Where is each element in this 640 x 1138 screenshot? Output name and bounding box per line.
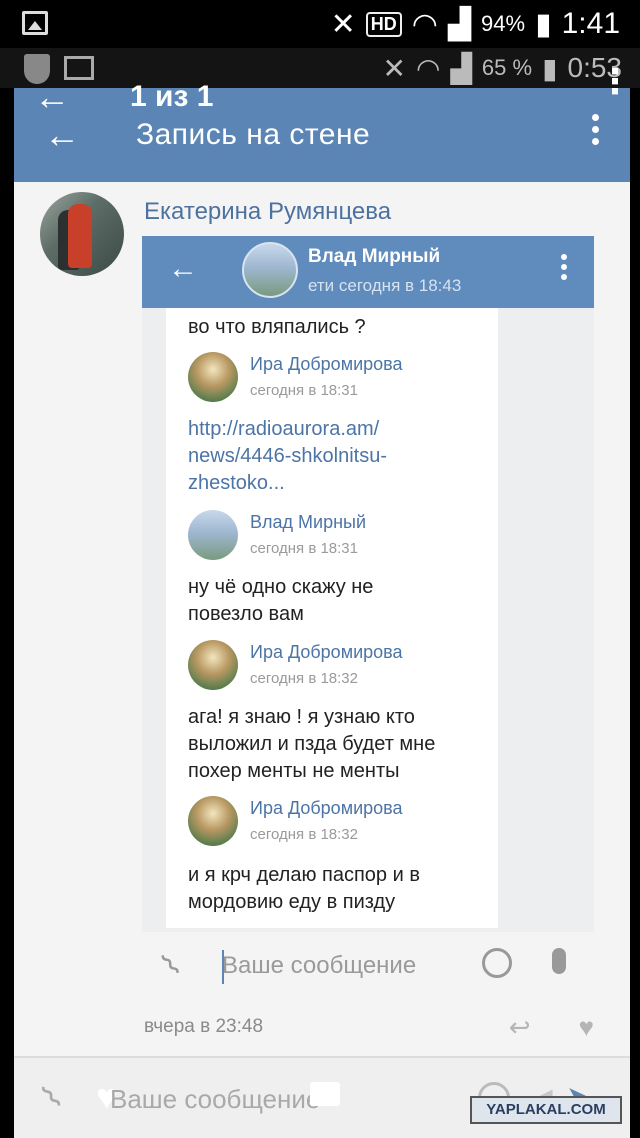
image-viewer-toolbar: ← 1 из 1 ⋮ bbox=[0, 65, 640, 122]
post-author-name[interactable]: Екатерина Румянцева bbox=[144, 198, 391, 226]
message-author: Ира Добромирова bbox=[250, 642, 403, 662]
message-text: похер менты не менты bbox=[188, 760, 400, 782]
avatar bbox=[188, 510, 238, 560]
message-text: мордовию еду в пизду bbox=[188, 891, 396, 913]
message-text: выложил и пзда будет мне bbox=[188, 733, 436, 755]
avatar bbox=[188, 352, 238, 402]
emoji-icon bbox=[482, 948, 512, 978]
avatar bbox=[188, 796, 238, 846]
viewer-back-arrow-icon[interactable]: ← bbox=[34, 76, 70, 118]
message-header: Ира Добромирова сегодня в 18:31 bbox=[188, 352, 488, 408]
message-time: сегодня в 18:32 bbox=[250, 826, 358, 843]
attach-icon[interactable]: ⌇ bbox=[34, 1077, 70, 1116]
watermark: YAPLAKAL.COM bbox=[470, 1096, 622, 1124]
message-text: ага! я знаю ! я узнаю кто bbox=[188, 706, 415, 728]
embedded-more-icon bbox=[561, 254, 568, 284]
message-text: повезло вам bbox=[188, 603, 304, 625]
message-header: Влад Мирный сегодня в 18:31 bbox=[188, 510, 488, 566]
inner-message-composer: ⌇ Ваше сообщение bbox=[142, 936, 594, 1000]
avatar[interactable] bbox=[40, 192, 124, 276]
page-title: Запись на стене bbox=[136, 118, 371, 151]
message-author: Ира Добромирова bbox=[250, 354, 403, 374]
mute-icon: ✕ bbox=[330, 7, 356, 41]
message-text: ну чё одно скажу не bbox=[188, 576, 374, 598]
clock: 1:41 bbox=[561, 7, 620, 40]
reply-icon[interactable]: ↩ bbox=[509, 1012, 531, 1043]
avatar bbox=[188, 640, 238, 690]
message-author: Ира Добромирова bbox=[250, 798, 403, 818]
embedded-last-seen: ети сегодня в 18:43 bbox=[308, 276, 462, 295]
message-text: и я крч делаю паспор и в bbox=[188, 864, 420, 886]
post-actions: ↩ ♥ bbox=[509, 1012, 594, 1043]
signal-icon: ▟ bbox=[447, 7, 472, 41]
message-text: во что вляпались ? bbox=[188, 316, 366, 338]
inner-message-placeholder: Ваше сообщение bbox=[222, 952, 417, 979]
attach-icon: ⌇ bbox=[155, 948, 188, 983]
embedded-back-arrow-icon: ← bbox=[168, 252, 198, 285]
message-link: zhestoko... bbox=[188, 472, 285, 494]
wifi-icon: ◠ bbox=[411, 7, 438, 41]
battery-icon: ▮ bbox=[535, 7, 552, 41]
message-link: http://radioaurora.am/ bbox=[188, 418, 380, 440]
battery-percent: 94% bbox=[481, 11, 526, 36]
status-bar-right: ✕ HD ◠ ▟ 94% ▮ 1:41 bbox=[331, 6, 620, 42]
embedded-chat-header: ← Влад Мирный ети сегодня в 18:43 bbox=[142, 236, 594, 308]
message-time: сегодня в 18:31 bbox=[250, 540, 358, 557]
microphone-icon bbox=[552, 948, 566, 974]
hd-badge: HD bbox=[365, 11, 402, 37]
embedded-screenshot[interactable]: ← Влад Мирный ети сегодня в 18:43 во что… bbox=[142, 236, 594, 932]
image-counter: 1 из 1 bbox=[130, 80, 214, 113]
message-author: Влад Мирный bbox=[250, 512, 367, 532]
embedded-chat-avatar bbox=[242, 242, 298, 298]
message-header: Ира Добромирова сегодня в 18:32 bbox=[188, 640, 488, 696]
photographed-screen: ← Запись на стене Екатерина Румянцева ← … bbox=[14, 88, 630, 1138]
like-heart-icon[interactable]: ♥ bbox=[579, 1012, 594, 1043]
message-header: Ира Добромирова сегодня в 18:32 bbox=[188, 796, 488, 852]
message-time: сегодня в 18:32 bbox=[250, 670, 358, 687]
message-link: news/4446-shkolnitsu- bbox=[188, 445, 387, 467]
status-bar: ✕ HD ◠ ▟ 94% ▮ 1:41 bbox=[0, 0, 640, 48]
gallery-notification-icon bbox=[22, 11, 48, 35]
message-time: сегодня в 18:31 bbox=[250, 382, 358, 399]
viewer-more-icon[interactable]: ⋮ bbox=[598, 65, 632, 99]
embedded-chat-name: Влад Мирный bbox=[308, 246, 441, 267]
post-timestamp: вчера в 23:48 bbox=[144, 1016, 264, 1037]
embedded-chat-messages: во что вляпались ? Ира Добромирова сегод… bbox=[166, 308, 498, 928]
chat-bubble-icon bbox=[310, 1082, 340, 1106]
comment-input[interactable]: Ваше сообщение bbox=[110, 1084, 320, 1115]
